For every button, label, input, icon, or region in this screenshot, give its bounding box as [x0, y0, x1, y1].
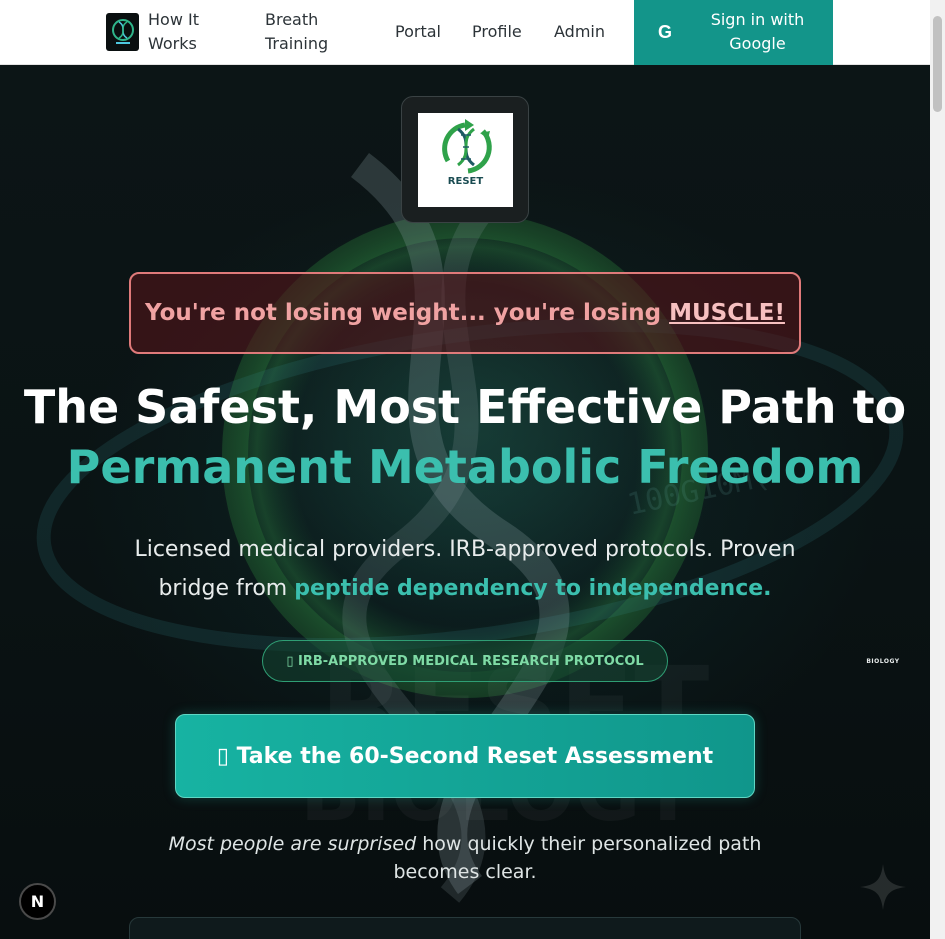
brand-logo: RESET BIOLOGY — [418, 113, 899, 665]
nav-how-it-works[interactable]: How It Works — [148, 8, 228, 56]
top-nav: How It Works Breath Training Portal Prof… — [0, 0, 930, 69]
nav-admin[interactable]: Admin — [554, 20, 605, 44]
page-scrollbar[interactable] — [930, 0, 945, 939]
reset-assessment-button[interactable]: ▯ Take the 60-Second Reset Assessment — [175, 714, 755, 798]
headline-line-1: The Safest, Most Effective Path to — [23, 380, 907, 434]
headline-line-2: Permanent Metabolic Freedom — [66, 440, 864, 494]
page-title: The Safest, Most Effective Path to Perma… — [0, 377, 930, 497]
nav-profile[interactable]: Profile — [472, 20, 522, 44]
scrollbar-thumb[interactable] — [933, 16, 942, 112]
hero-section: 100G10M( RESET BIOLOGY RESET BIOLOGY — [0, 65, 930, 939]
note-emphasis: Most people are surprised — [168, 833, 417, 855]
nav-breath-training[interactable]: Breath Training — [265, 8, 355, 56]
subtitle-highlight: peptide dependency to independence. — [294, 576, 772, 601]
warning-emphasis: MUSCLE! — [669, 300, 785, 326]
sign-in-label: Sign in with Google — [710, 10, 805, 53]
google-icon: G — [658, 22, 673, 42]
warning-text: You're not losing weight... you're losin… — [145, 300, 670, 326]
logo-wordmark: RESET — [447, 176, 484, 187]
sign-in-google-button[interactable]: G Sign in with Google — [634, 0, 833, 69]
irb-approved-badge: ▯ IRB-APPROVED MEDICAL RESEARCH PROTOCOL — [262, 640, 668, 682]
assessment-note: Most people are surprised how quickly th… — [150, 830, 780, 886]
dna-cycle-icon — [442, 119, 492, 174]
hero-subtitle: Licensed medical providers. IRB-approved… — [100, 530, 830, 608]
muscle-warning-banner: You're not losing weight... you're losin… — [129, 272, 801, 354]
sparkle-icon — [860, 864, 906, 910]
note-text: how quickly their personalized path beco… — [393, 833, 762, 883]
nav-portal[interactable]: Portal — [395, 20, 441, 44]
dna-logo-icon — [111, 19, 134, 44]
content-panel-top — [129, 917, 801, 939]
nextjs-devtools-button[interactable]: N — [19, 883, 56, 920]
brand-logo-card: RESET BIOLOGY — [401, 96, 899, 665]
site-logo[interactable] — [106, 13, 139, 51]
